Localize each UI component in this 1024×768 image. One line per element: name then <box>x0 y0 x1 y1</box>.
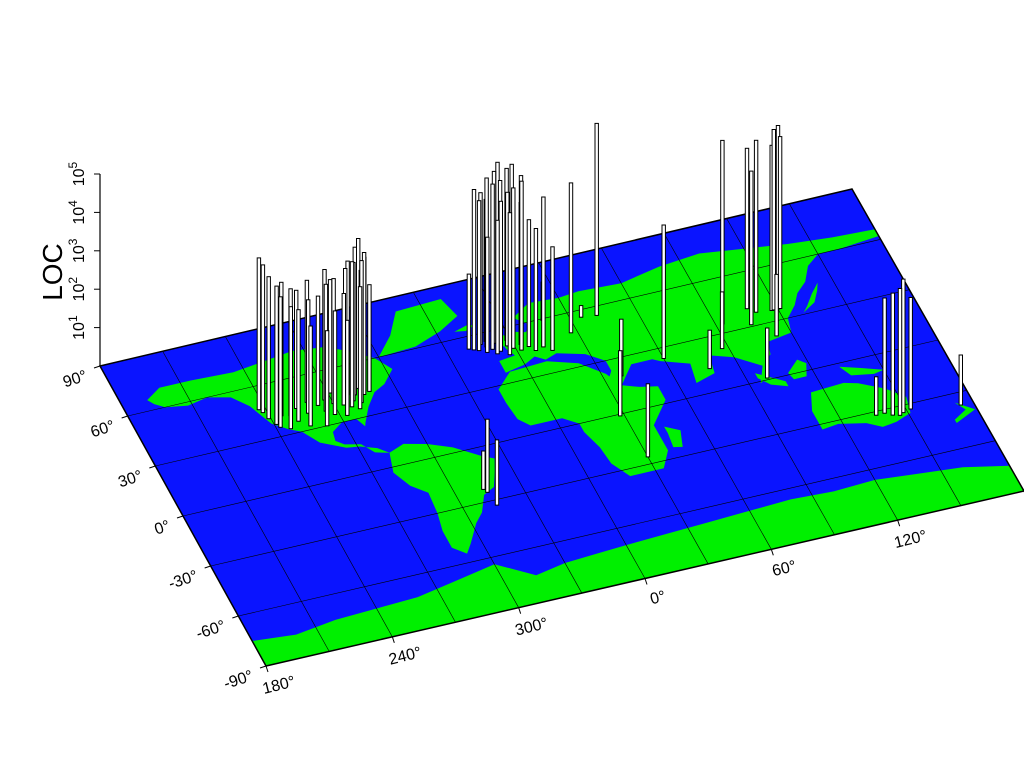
lon-tick <box>770 549 774 556</box>
bar <box>661 224 666 359</box>
bar <box>519 180 524 351</box>
bar <box>341 293 347 406</box>
bar <box>466 273 472 350</box>
lon-tick <box>265 665 269 673</box>
bar <box>550 246 555 351</box>
bar <box>490 183 495 350</box>
bar <box>332 310 338 415</box>
lon-tick <box>391 636 395 643</box>
bar <box>349 261 355 408</box>
bar <box>765 327 770 379</box>
bar <box>476 200 482 352</box>
bar <box>288 306 294 430</box>
bar <box>908 297 913 410</box>
bar <box>719 291 725 350</box>
z-tick-label: 104 <box>66 200 88 225</box>
lon-tick-label: 240° <box>387 644 423 669</box>
z-tick-label: 101 <box>66 315 88 340</box>
lat-tick-label: -30° <box>167 568 200 593</box>
lat-tick <box>232 615 239 619</box>
lon-tick <box>897 520 901 527</box>
bar <box>260 264 266 414</box>
bar <box>357 286 363 410</box>
lat-tick-label: -90° <box>222 668 255 693</box>
lat-tick-label: 30° <box>116 468 144 492</box>
z-tick-label: 105 <box>66 161 88 186</box>
lon-tick-label: 0° <box>648 588 667 608</box>
bar <box>345 319 350 416</box>
bar <box>471 189 477 351</box>
z-tick-label: 102 <box>66 277 88 302</box>
bar <box>774 273 779 337</box>
lat-tick-label: 90° <box>61 368 89 392</box>
z-axis: 101 102 103 104 105 LOC <box>37 161 101 366</box>
lat-tick <box>204 565 211 569</box>
z-tick-label: 103 <box>66 238 88 263</box>
bar <box>315 295 321 406</box>
lat-tick-label: 60° <box>89 418 117 442</box>
bar <box>494 439 500 506</box>
bar <box>533 228 539 351</box>
bar <box>618 350 623 417</box>
bar <box>578 305 584 318</box>
bar <box>707 329 712 370</box>
bar <box>645 383 651 458</box>
bar <box>749 170 754 326</box>
bar <box>274 285 279 425</box>
bar <box>958 354 963 406</box>
bar <box>485 236 490 353</box>
lat-tick-label: 0° <box>152 518 172 539</box>
lat-tick <box>149 465 156 469</box>
lon-tick-label: 300° <box>513 615 549 640</box>
bar <box>308 325 313 427</box>
bar <box>481 450 486 490</box>
lat-tick <box>93 365 101 369</box>
bar <box>256 257 262 411</box>
bar <box>897 288 903 416</box>
bar <box>266 276 271 420</box>
bar <box>568 182 574 334</box>
z-axis-ticks: 101 102 103 104 105 <box>66 161 100 340</box>
lon-tick-label: 120° <box>892 528 928 553</box>
lat-tick-label: -60° <box>194 618 227 643</box>
bar <box>526 219 532 347</box>
bar <box>296 309 301 422</box>
map-plane <box>98 188 1024 667</box>
lat-tick <box>176 515 184 519</box>
bar <box>367 284 372 392</box>
world-3d-bar-map: 101 102 103 104 105 LOC 90° 60° 30° 0° -30° -60° -… <box>37 122 1024 698</box>
bar <box>882 297 887 414</box>
bar <box>777 136 783 309</box>
lon-tick <box>518 607 522 614</box>
lon-tick-label: 180° <box>261 673 297 698</box>
bar <box>744 147 750 310</box>
lon-tick <box>644 578 648 585</box>
lat-tick <box>121 415 128 419</box>
bar <box>278 296 283 428</box>
lat-tick <box>259 665 267 669</box>
bar <box>511 187 516 349</box>
bar <box>485 418 490 493</box>
z-axis-title: LOC <box>37 243 68 301</box>
bar <box>541 196 546 348</box>
bar <box>495 219 500 355</box>
bar <box>874 376 879 416</box>
lon-tick-label: 60° <box>770 558 798 580</box>
bar <box>507 212 513 356</box>
bar <box>324 330 330 427</box>
bar <box>753 139 759 313</box>
bar <box>594 122 599 316</box>
bar <box>890 292 895 416</box>
